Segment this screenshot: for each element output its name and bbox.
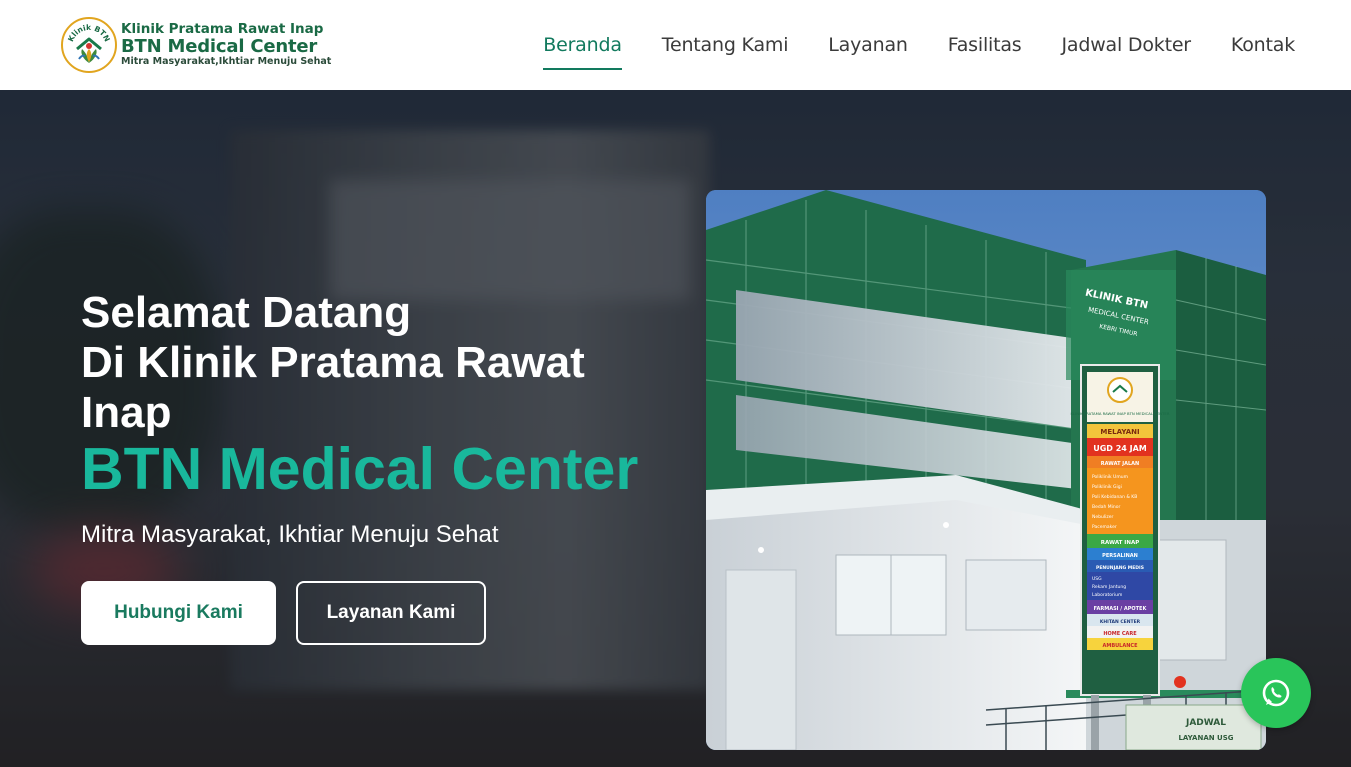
nav-kontak[interactable]: Kontak — [1231, 0, 1295, 90]
clinic-building-photo: KLINIK BTN MEDICAL CENTER KEBRI TIMUR KL… — [706, 190, 1266, 750]
logo-text: Klinik Pratama Rawat Inap BTN Medical Ce… — [121, 22, 331, 68]
logo-tagline: Mitra Masyarakat,Ikhtiar Menuju Sehat — [121, 56, 332, 67]
nav-layanan[interactable]: Layanan — [828, 0, 908, 90]
pylon-rawat-inap: RAWAT INAP — [1101, 540, 1140, 546]
pylon-service-b1: USG — [1092, 576, 1102, 582]
nav-tentang-kami[interactable]: Tentang Kami — [662, 0, 789, 90]
pylon-service-a6: Pacemaker — [1092, 524, 1117, 530]
pylon-ugd: UGD 24 JAM — [1093, 444, 1147, 453]
our-services-button[interactable]: Layanan Kami — [296, 581, 486, 645]
pylon-service-a5: Nebulizer — [1092, 514, 1113, 520]
pylon-melayani: MELAYANI — [1100, 428, 1139, 436]
nav-beranda[interactable]: Beranda — [543, 0, 622, 90]
whatsapp-button[interactable] — [1241, 658, 1311, 728]
nav-jadwal-dokter[interactable]: Jadwal Dokter — [1062, 0, 1192, 90]
hero-subtitle: Mitra Masyarakat, Ikhtiar Menuju Sehat — [81, 521, 499, 548]
photo-banner-line1: JADWAL — [1185, 718, 1226, 728]
whatsapp-icon — [1262, 679, 1290, 707]
clinic-building-illustration: KLINIK BTN MEDICAL CENTER KEBRI TIMUR KL… — [706, 190, 1266, 750]
hero-section: Selamat Datang Di Klinik Pratama Rawat I… — [0, 90, 1351, 767]
hero-brand: BTN Medical Center — [81, 436, 639, 502]
logo-line1: Klinik Pratama Rawat Inap — [121, 21, 324, 37]
pylon-penunjang: PENUNJANG MEDIS — [1096, 565, 1144, 571]
pylon-rawat-jalan: RAWAT JALAN — [1101, 461, 1139, 467]
main-nav: Beranda Tentang Kami Layanan Fasilitas J… — [543, 0, 1295, 90]
pylon-homecare: HOME CARE — [1103, 631, 1137, 637]
hero-title: Selamat Datang Di Klinik Pratama Rawat I… — [81, 288, 641, 438]
hero-title-line1: Selamat Datang — [81, 288, 412, 337]
hero-title-line2: Di Klinik Pratama Rawat Inap — [81, 338, 585, 437]
site-logo[interactable]: Klinik BTN Klinik Pratama Rawat Inap BTN… — [61, 17, 331, 73]
logo-brand-name: BTN Medical Center — [121, 36, 318, 57]
clinic-logo-icon: Klinik BTN — [61, 17, 117, 73]
pylon-farmasi: FARMASI / APOTEK — [1094, 606, 1148, 612]
site-header: Klinik BTN Klinik Pratama Rawat Inap BTN… — [0, 0, 1351, 90]
pylon-service-a3: Poli Kebidanan & KB — [1092, 494, 1137, 500]
pylon-ambulance: AMBULANCE — [1102, 643, 1138, 649]
pylon-service-a4: Bedah Minor — [1092, 504, 1120, 510]
pylon-khitan: KHITAN CENTER — [1100, 619, 1141, 625]
photo-banner-line2: LAYANAN USG — [1178, 734, 1233, 742]
nav-fasilitas[interactable]: Fasilitas — [948, 0, 1022, 90]
pylon-service-a2: Poliklinik Gigi — [1092, 484, 1122, 490]
pylon-service-b3: Laboratorium — [1092, 592, 1122, 598]
pylon-persalinan: PERSALINAN — [1102, 553, 1138, 559]
contact-us-button[interactable]: Hubungi Kami — [81, 581, 276, 645]
pylon-service-a1: Poliklinik Umum — [1092, 474, 1128, 480]
pylon-header: KLINIK PRATAMA RAWAT INAP BTN MEDICAL CE… — [1071, 411, 1170, 416]
pylon-service-b2: Rekam Jantung — [1092, 584, 1126, 590]
